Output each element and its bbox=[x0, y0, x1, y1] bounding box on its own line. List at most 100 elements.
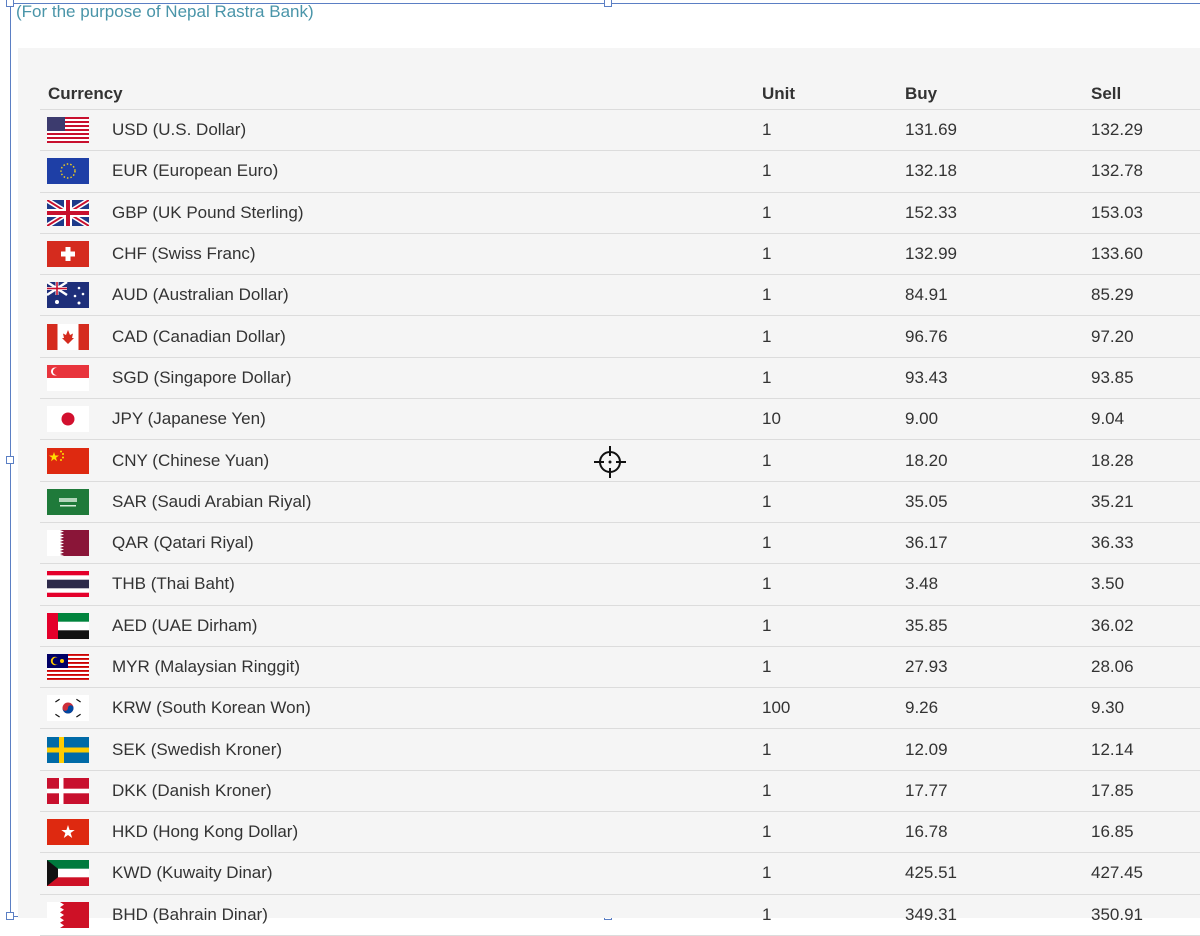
buy-rate: 36.17 bbox=[905, 533, 948, 553]
buy-rate: 132.99 bbox=[905, 244, 957, 264]
uk-flag-icon bbox=[47, 199, 89, 226]
sell-rate: 3.50 bbox=[1091, 574, 1125, 594]
buy-rate: 9.26 bbox=[905, 698, 939, 718]
currency-name: JPY (Japanese Yen) bbox=[112, 409, 266, 429]
resize-handle-top-left[interactable] bbox=[6, 0, 14, 7]
table-row: SAR (Saudi Arabian Riyal) 1 35.05 35.21 bbox=[40, 482, 1200, 523]
us-flag-icon bbox=[47, 117, 89, 144]
currency-name: SAR (Saudi Arabian Riyal) bbox=[112, 491, 312, 511]
table-row: KWD (Kuwaity Dinar) 1 425.51 427.45 bbox=[40, 853, 1200, 895]
malaysia-flag-icon bbox=[47, 654, 89, 680]
sell-rate: 28.06 bbox=[1091, 657, 1134, 676]
table-row: GBP (UK Pound Sterling) 1 152.33 153.03 bbox=[40, 193, 1200, 234]
currency-name: QAR (Qatari Riyal) bbox=[112, 533, 254, 553]
swiss-flag-icon bbox=[47, 241, 89, 268]
currency-name: KRW (South Korean Won) bbox=[112, 698, 311, 718]
currency-unit: 100 bbox=[762, 698, 791, 718]
saudi-flag-icon bbox=[47, 488, 89, 515]
resize-handle-bottom-left[interactable] bbox=[6, 912, 14, 920]
currency-unit: 1 bbox=[762, 863, 772, 883]
australia-flag-icon bbox=[47, 282, 89, 309]
table-row: MYR (Malaysian Ringgit) 1 27.93 28.06 bbox=[40, 647, 1200, 689]
header-currency: Currency bbox=[48, 84, 123, 103]
currency-unit: 1 bbox=[762, 657, 772, 676]
move-cursor-icon bbox=[594, 446, 626, 478]
currency-name: EUR (European Euro) bbox=[112, 161, 279, 181]
table-row: SEK (Swedish Kroner) 1 12.09 12.14 bbox=[40, 729, 1200, 771]
sell-rate: 36.02 bbox=[1091, 615, 1134, 635]
table-row: BHD (Bahrain Dinar) 1 349.31 350.91 bbox=[40, 895, 1200, 936]
exchange-rate-table: Currency Unit Buy Sell USD (U.S. Dollar)… bbox=[18, 48, 1200, 936]
sell-rate: 133.60 bbox=[1091, 244, 1143, 264]
currency-name: CNY (Chinese Yuan) bbox=[112, 450, 270, 470]
table-row: QAR (Qatari Riyal) 1 36.17 36.33 bbox=[40, 523, 1200, 565]
currency-name: HKD (Hong Kong Dollar) bbox=[112, 822, 299, 842]
sell-rate: 97.20 bbox=[1091, 326, 1134, 346]
currency-unit: 1 bbox=[762, 822, 772, 842]
sell-rate: 350.91 bbox=[1091, 904, 1143, 924]
buy-rate: 27.93 bbox=[905, 657, 948, 676]
bahrain-flag-icon bbox=[47, 901, 89, 928]
buy-rate: 16.78 bbox=[905, 822, 948, 842]
table-row: AUD (Australian Dollar) 1 84.91 85.29 bbox=[40, 275, 1200, 317]
resize-handle-left[interactable] bbox=[6, 456, 14, 464]
sweden-flag-icon bbox=[47, 736, 89, 763]
currency-unit: 1 bbox=[762, 574, 772, 594]
currency-unit: 1 bbox=[762, 904, 772, 924]
currency-name: CAD (Canadian Dollar) bbox=[112, 326, 286, 346]
buy-rate: 425.51 bbox=[905, 863, 957, 883]
currency-name: SGD (Singapore Dollar) bbox=[112, 367, 292, 387]
kuwait-flag-icon bbox=[47, 860, 89, 887]
header-buy: Buy bbox=[905, 84, 938, 103]
sell-rate: 85.29 bbox=[1091, 285, 1134, 305]
table-row: KRW (South Korean Won) 100 9.26 9.30 bbox=[40, 688, 1200, 730]
table-row: JPY (Japanese Yen) 10 9.00 9.04 bbox=[40, 399, 1200, 441]
currency-name: KWD (Kuwaity Dinar) bbox=[112, 863, 273, 883]
china-flag-icon bbox=[47, 447, 89, 474]
sell-rate: 93.85 bbox=[1091, 367, 1134, 387]
table-row: CHF (Swiss Franc) 1 132.99 133.60 bbox=[40, 234, 1200, 276]
sell-rate: 9.04 bbox=[1091, 409, 1125, 429]
sell-rate: 36.33 bbox=[1091, 533, 1134, 553]
currency-unit: 1 bbox=[762, 202, 772, 222]
table-body: USD (U.S. Dollar) 1 131.69 132.29 EUR (Europ… bbox=[40, 110, 1200, 936]
buy-rate: 35.05 bbox=[905, 491, 948, 511]
uae-flag-icon bbox=[47, 612, 89, 639]
buy-rate: 131.69 bbox=[905, 120, 957, 140]
currency-unit: 1 bbox=[762, 326, 772, 346]
currency-unit: 1 bbox=[762, 285, 772, 305]
qatar-flag-icon bbox=[47, 530, 89, 557]
currency-name: BHD (Bahrain Dinar) bbox=[112, 904, 268, 924]
singapore-flag-icon bbox=[47, 364, 89, 391]
currency-name: DKK (Danish Kroner) bbox=[112, 780, 272, 800]
sell-rate: 17.85 bbox=[1091, 780, 1134, 800]
currency-name: GBP (UK Pound Sterling) bbox=[112, 202, 304, 222]
sell-rate: 12.14 bbox=[1091, 739, 1134, 759]
buy-rate: 9.00 bbox=[905, 409, 939, 429]
buy-rate: 35.85 bbox=[905, 615, 948, 635]
canada-flag-icon bbox=[47, 323, 89, 350]
buy-rate: 17.77 bbox=[905, 780, 948, 800]
table-row: SGD (Singapore Dollar) 1 93.43 93.85 bbox=[40, 358, 1200, 400]
sell-rate: 18.28 bbox=[1091, 450, 1134, 470]
denmark-flag-icon bbox=[47, 777, 89, 804]
table-row: USD (U.S. Dollar) 1 131.69 132.29 bbox=[40, 110, 1200, 152]
currency-unit: 1 bbox=[762, 367, 772, 387]
currency-unit: 1 bbox=[762, 450, 772, 470]
sell-rate: 9.30 bbox=[1091, 698, 1125, 718]
resize-handle-top[interactable] bbox=[604, 0, 612, 7]
header-sell: Sell bbox=[1091, 84, 1122, 103]
currency-name: MYR (Malaysian Ringgit) bbox=[112, 657, 300, 676]
table-row: CAD (Canadian Dollar) 1 96.76 97.20 bbox=[40, 316, 1200, 358]
currency-unit: 1 bbox=[762, 739, 772, 759]
header-unit: Unit bbox=[762, 84, 796, 103]
table-header: Currency Unit Buy Sell bbox=[40, 64, 1200, 110]
buy-rate: 349.31 bbox=[905, 904, 957, 924]
currency-name: USD (U.S. Dollar) bbox=[112, 120, 247, 140]
eu-flag-icon bbox=[47, 158, 89, 185]
sell-rate: 35.21 bbox=[1091, 491, 1134, 511]
hongkong-flag-icon bbox=[47, 819, 89, 846]
buy-rate: 96.76 bbox=[905, 326, 948, 346]
sell-rate: 132.29 bbox=[1091, 120, 1143, 140]
japan-flag-icon bbox=[47, 406, 89, 433]
